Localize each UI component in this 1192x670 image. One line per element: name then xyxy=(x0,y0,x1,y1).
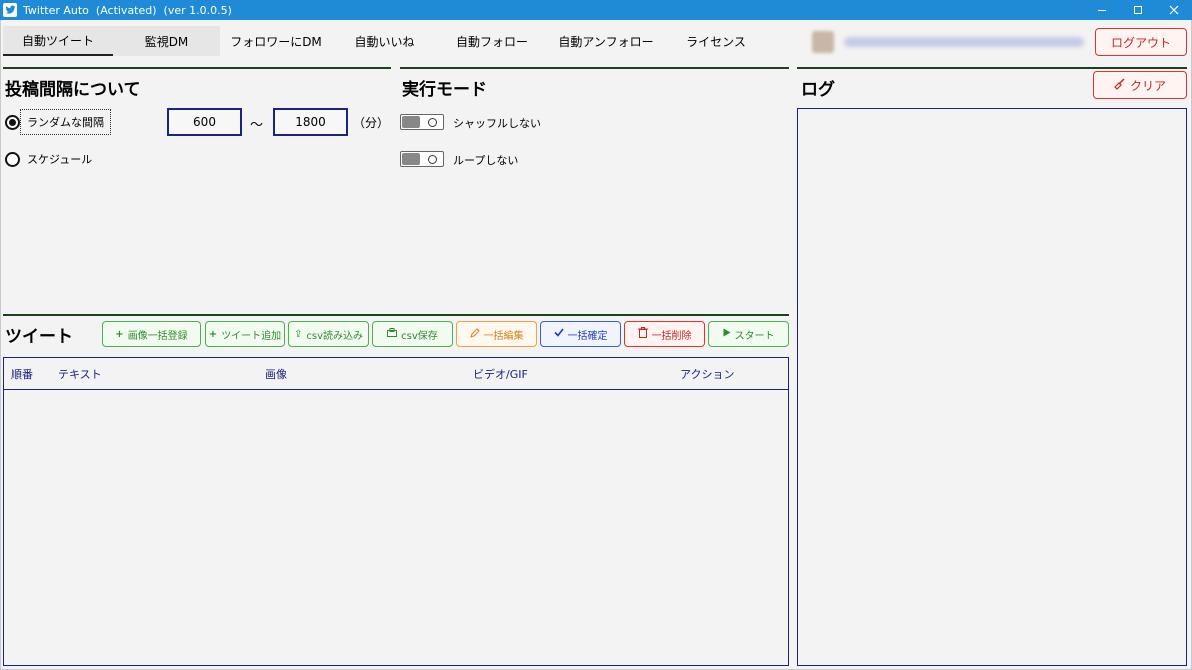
csv-import-button[interactable]: ⇪ csv読み込み xyxy=(288,321,369,347)
table-header: 順番 テキスト 画像 ビデオ/GIF アクション xyxy=(4,358,788,390)
twitter-bird-icon xyxy=(3,3,17,17)
add-tweet-button[interactable]: + ツイート追加 xyxy=(205,321,285,347)
broom-icon xyxy=(1114,77,1126,93)
bulk-confirm-button[interactable]: 一括確定 xyxy=(540,321,621,347)
save-icon xyxy=(387,328,398,340)
logout-button[interactable]: ログアウト xyxy=(1095,28,1187,56)
min-interval-input[interactable]: 600 xyxy=(167,108,242,136)
title-bar: Twitter Auto (Activated) (ver 1.0.0.5) xyxy=(0,0,1192,20)
tab-follower-dm[interactable]: フォロワーにDM xyxy=(220,26,332,56)
tab-license[interactable]: ライセンス xyxy=(665,26,767,56)
log-title: ログ xyxy=(801,80,835,100)
check-icon xyxy=(553,328,564,340)
clear-log-button[interactable]: クリア xyxy=(1093,71,1187,99)
column-image[interactable]: 画像 xyxy=(265,366,287,382)
tab-auto-follow[interactable]: 自動フォロー xyxy=(437,26,547,56)
bulk-delete-button[interactable]: 一括削除 xyxy=(624,321,705,347)
window-title: Twitter Auto (Activated) (ver 1.0.0.5) xyxy=(23,3,232,17)
schedule-radio[interactable] xyxy=(5,152,20,167)
plus-icon: + xyxy=(208,328,218,340)
column-order[interactable]: 順番 xyxy=(11,366,33,382)
range-separator: 〜 xyxy=(250,118,264,133)
upload-icon: ⇪ xyxy=(293,328,303,340)
tab-auto-unfollow[interactable]: 自動アンフォロー xyxy=(547,26,665,56)
schedule-label[interactable]: スケジュール xyxy=(27,151,92,167)
account-info xyxy=(812,30,1088,54)
max-interval-input[interactable]: 1800 xyxy=(273,108,348,136)
column-video-gif[interactable]: ビデオ/GIF xyxy=(473,366,528,382)
avatar xyxy=(812,31,834,53)
divider-tweet xyxy=(3,314,789,316)
interval-unit: （分） xyxy=(353,116,390,130)
shuffle-label: シャッフルしない xyxy=(453,117,541,130)
trash-icon xyxy=(637,327,648,341)
log-output[interactable] xyxy=(797,108,1187,666)
bulk-image-register-button[interactable]: + 画像一括登録 xyxy=(102,321,201,347)
start-button[interactable]: スタート xyxy=(708,321,789,347)
loop-toggle[interactable] xyxy=(400,151,444,167)
tweet-table[interactable]: 順番 テキスト 画像 ビデオ/GIF アクション xyxy=(3,357,789,666)
maximize-icon[interactable] xyxy=(1120,0,1156,20)
tweet-title: ツイート xyxy=(5,327,73,347)
bulk-edit-button[interactable]: 一括編集 xyxy=(456,321,537,347)
tab-auto-tweet[interactable]: 自動ツイート xyxy=(3,26,113,56)
account-name-redacted xyxy=(844,37,1084,47)
divider-interval xyxy=(3,67,391,69)
mode-title: 実行モード xyxy=(402,80,487,100)
clear-label: クリア xyxy=(1129,78,1166,93)
random-interval-radio[interactable] xyxy=(5,115,20,130)
column-text[interactable]: テキスト xyxy=(58,366,102,382)
column-action[interactable]: アクション xyxy=(680,366,734,382)
minimize-icon[interactable] xyxy=(1084,0,1120,20)
play-icon xyxy=(723,328,731,340)
shuffle-toggle[interactable] xyxy=(400,114,444,130)
interval-title: 投稿間隔について xyxy=(5,80,141,100)
loop-label: ループしない xyxy=(453,154,519,167)
random-interval-label[interactable]: ランダムな間隔 xyxy=(20,109,111,135)
plus-icon: + xyxy=(115,328,124,340)
csv-save-button[interactable]: csv保存 xyxy=(372,321,453,347)
tab-auto-like[interactable]: 自動いいね xyxy=(332,26,437,56)
main-tabs: 自動ツイート 監視DM フォロワーにDM 自動いいね 自動フォロー 自動アンフォ… xyxy=(3,26,767,56)
divider-mode xyxy=(400,67,789,69)
close-icon[interactable] xyxy=(1156,0,1192,20)
divider-log xyxy=(797,67,1187,69)
pencil-icon xyxy=(469,327,480,341)
tab-monitor-dm[interactable]: 監視DM xyxy=(113,26,220,56)
